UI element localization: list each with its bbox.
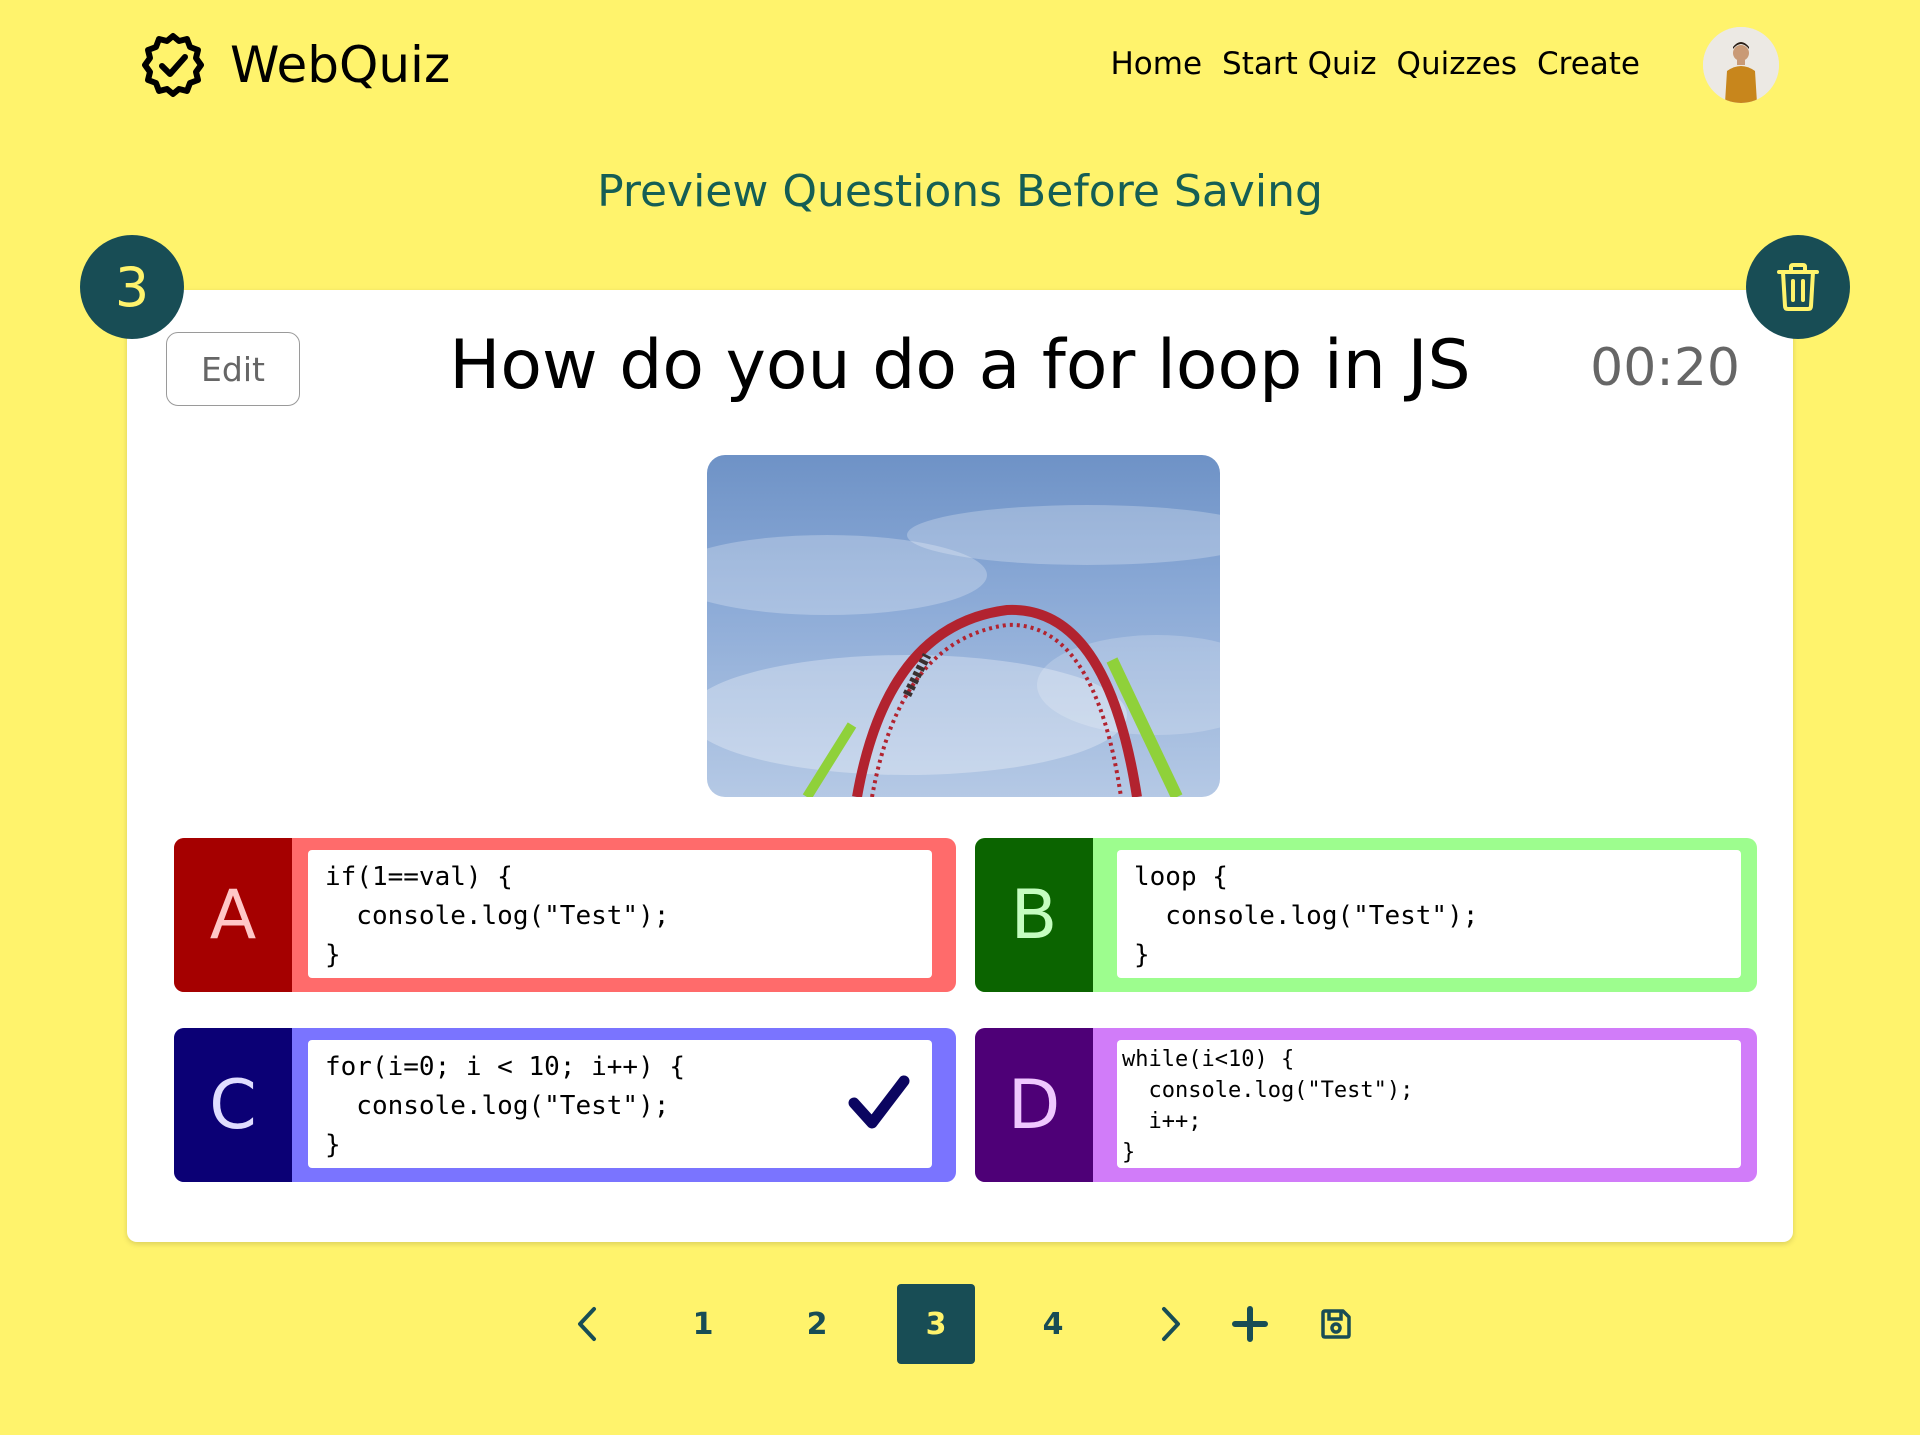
trash-icon	[1777, 263, 1819, 311]
chevron-left-icon	[578, 1307, 596, 1341]
answer-code-box: for(i=0; i < 10; i++) { console.log("Tes…	[308, 1040, 932, 1168]
logo[interactable]: WebQuiz	[138, 30, 450, 100]
gear-check-icon	[142, 33, 204, 97]
checkmark-icon	[848, 1075, 910, 1129]
save-icon	[1321, 1309, 1351, 1339]
save-quiz-button[interactable]	[1316, 1284, 1356, 1364]
question-image	[707, 455, 1220, 797]
answer-code-box: loop { console.log("Test"); }	[1117, 850, 1741, 978]
add-question-button[interactable]	[1228, 1284, 1272, 1364]
page-title: Preview Questions Before Saving	[597, 166, 1323, 217]
answer-letter: B	[975, 838, 1093, 992]
answer-code: loop { console.log("Test"); }	[1134, 862, 1479, 970]
page-4-button[interactable]: 4	[1030, 1284, 1076, 1364]
nav-create[interactable]: Create	[1537, 46, 1640, 82]
answer-code: for(i=0; i < 10; i++) { console.log("Tes…	[325, 1052, 686, 1160]
edit-button[interactable]: Edit	[166, 332, 300, 406]
avatar-image	[1703, 27, 1779, 103]
answer-option-c[interactable]: C for(i=0; i < 10; i++) { console.log("T…	[174, 1028, 956, 1182]
page-2-button[interactable]: 2	[794, 1284, 840, 1364]
answer-option-d[interactable]: D while(i<10) { console.log("Test"); i++…	[975, 1028, 1757, 1182]
plus-icon	[1232, 1306, 1268, 1342]
answer-option-b[interactable]: B loop { console.log("Test"); }	[975, 838, 1757, 992]
question-timer: 00:20	[1590, 338, 1740, 398]
answer-code-box: while(i<10) { console.log("Test"); i++; …	[1117, 1040, 1741, 1168]
avatar[interactable]	[1703, 27, 1779, 103]
delete-question-button[interactable]	[1746, 235, 1850, 339]
answer-letter: C	[174, 1028, 292, 1182]
main-nav: Home Start Quiz Quizzes Create	[1110, 46, 1640, 82]
page-3-button[interactable]: 3	[897, 1284, 975, 1364]
answer-code: if(1==val) { console.log("Test"); }	[325, 862, 670, 970]
nav-quizzes[interactable]: Quizzes	[1397, 46, 1517, 82]
page-1-button[interactable]: 1	[680, 1284, 726, 1364]
answer-letter: A	[174, 838, 292, 992]
answer-code-box: if(1==val) { console.log("Test"); }	[308, 850, 932, 978]
question-number-badge: 3	[80, 235, 184, 339]
answer-letter: D	[975, 1028, 1093, 1182]
prev-page-button[interactable]	[566, 1284, 606, 1364]
question-text: How do you do a for loop in JS	[449, 326, 1471, 405]
nav-start-quiz[interactable]: Start Quiz	[1222, 46, 1377, 82]
next-page-button[interactable]	[1152, 1284, 1192, 1364]
brand-name: WebQuiz	[230, 36, 451, 94]
answer-code: while(i<10) { console.log("Test"); i++; …	[1122, 1047, 1414, 1165]
chevron-right-icon	[1162, 1307, 1180, 1341]
nav-home[interactable]: Home	[1110, 46, 1202, 82]
answer-option-a[interactable]: A if(1==val) { console.log("Test"); }	[174, 838, 956, 992]
pagination: 1 2 3 4	[0, 1284, 1920, 1364]
